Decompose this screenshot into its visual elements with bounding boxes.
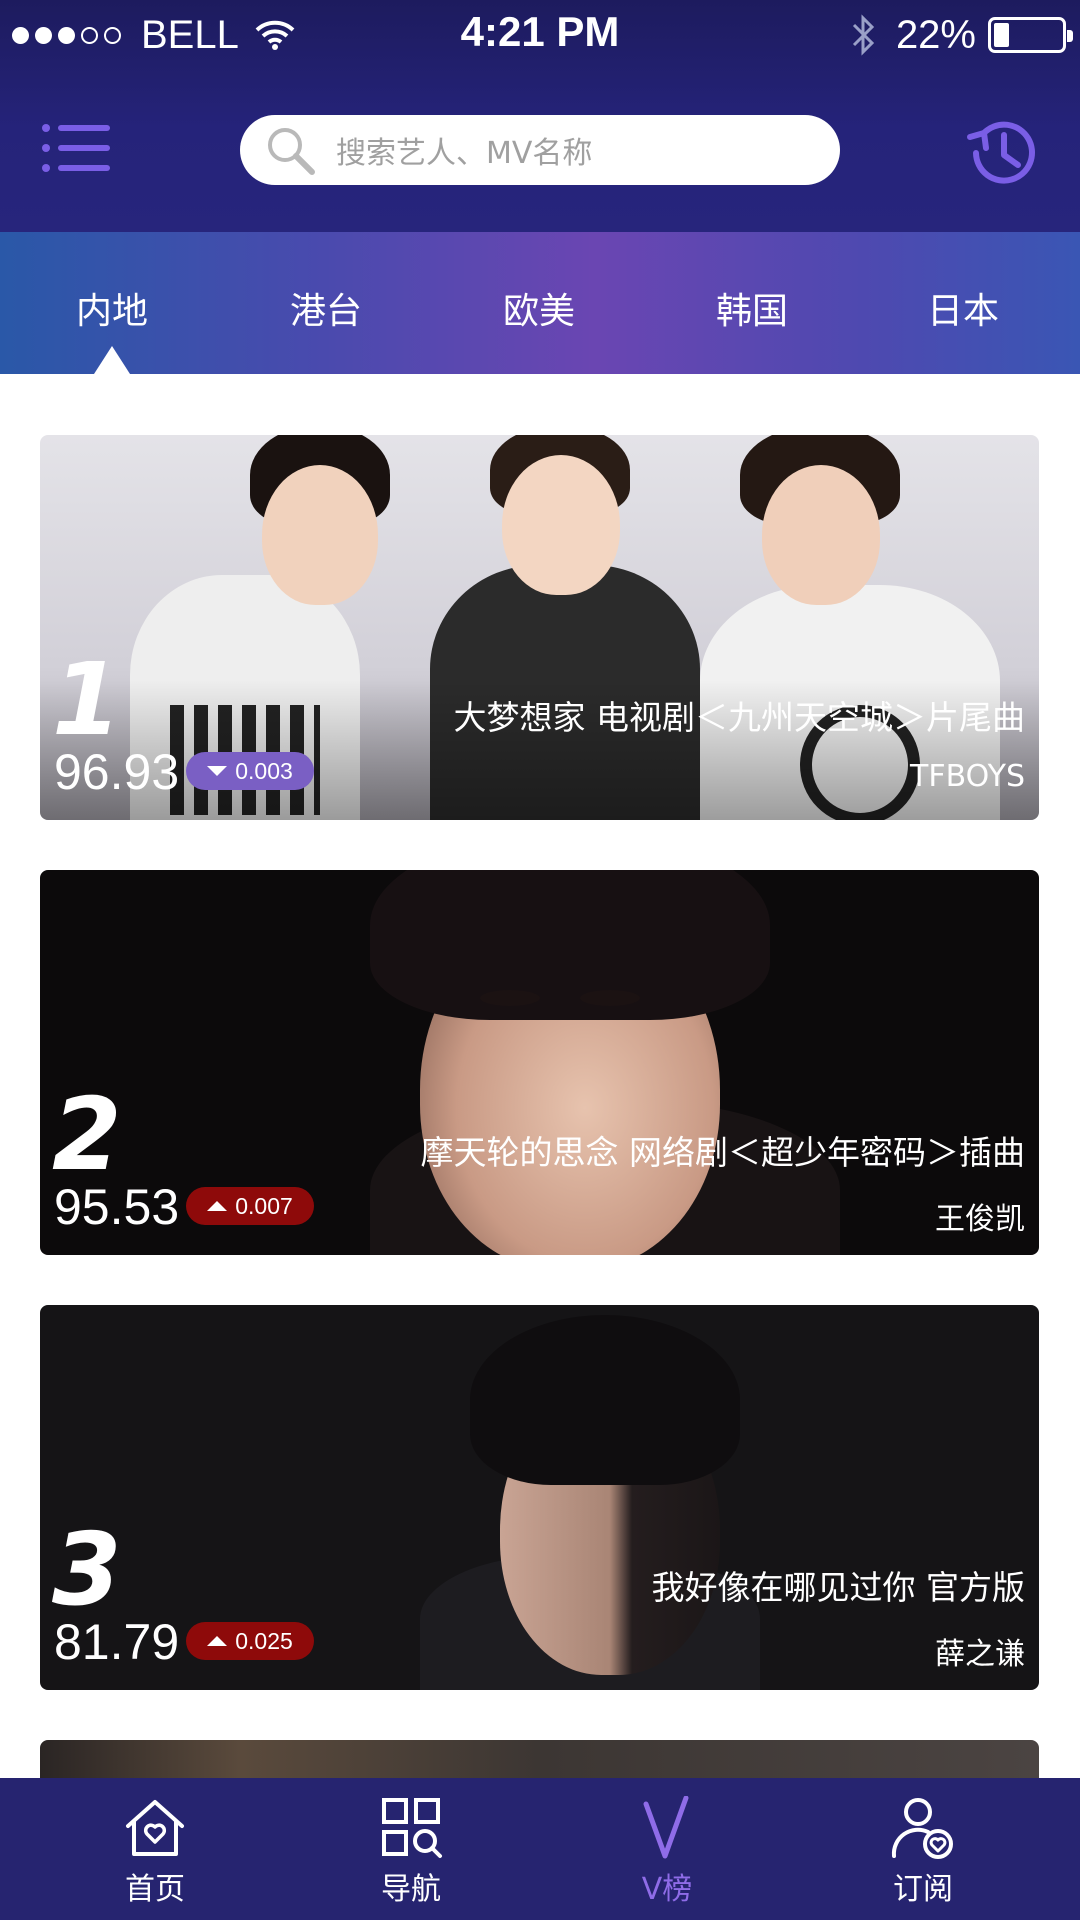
search-icon (268, 128, 315, 175)
v-chart-icon (643, 1796, 689, 1859)
battery-percent: 22% (895, 12, 976, 57)
trend-change: 0.003 (235, 757, 293, 784)
tab-japan[interactable]: 日本 (873, 282, 1053, 334)
nav-subscribe[interactable]: 订阅 (848, 1796, 998, 1908)
battery-icon (988, 17, 1073, 53)
status-bar: BELL 4:21 PM 22% (0, 0, 1080, 70)
score-value: 96.93 (54, 744, 180, 800)
tab-west[interactable]: 欧美 (449, 282, 629, 334)
bluetooth-icon (852, 14, 875, 56)
nav-label: 首页 (125, 1872, 185, 1907)
app-header: BELL 4:21 PM 22% 搜索艺人、MV名称 (0, 0, 1080, 232)
nav-label: 订阅 (893, 1872, 953, 1907)
artist-name: 薛之谦 (935, 1637, 1025, 1672)
artist-name: 王俊凯 (935, 1202, 1025, 1237)
song-title: 我好像在哪见过你 官方版 (651, 1568, 1026, 1607)
rank-number: 3 (52, 1511, 122, 1628)
history-icon[interactable] (966, 115, 1042, 191)
tab-korea[interactable]: 韩国 (662, 282, 842, 334)
grid-search-icon (382, 1798, 442, 1858)
trend-change: 0.025 (235, 1627, 293, 1654)
artist-name: TFBOYS (910, 759, 1025, 794)
chart-card-1[interactable]: 1 96.93 0.003 大梦想家 电视剧＜九州天空城＞片尾曲 TFBOYS (40, 435, 1039, 820)
down-arrow-icon (207, 766, 228, 776)
search-input[interactable]: 搜索艺人、MV名称 (336, 128, 592, 172)
up-arrow-icon (207, 1636, 228, 1646)
tab-indicator (94, 346, 130, 374)
chart-card-2[interactable]: 2 95.53 0.007 摩天轮的思念 网络剧＜超少年密码＞插曲 王俊凯 (40, 870, 1039, 1255)
tab-mainland[interactable]: 内地 (22, 282, 202, 334)
nav-label: 导航 (381, 1872, 441, 1907)
home-heart-icon (126, 1800, 184, 1856)
trend-badge: 0.007 (186, 1187, 314, 1225)
trend-badge: 0.003 (186, 752, 314, 790)
rank-number: 2 (52, 1076, 122, 1193)
status-right: 22% (850, 10, 1073, 60)
nav-home[interactable]: 首页 (80, 1796, 230, 1908)
trend-badge: 0.025 (186, 1622, 314, 1660)
nav-label: V榜 (641, 1872, 693, 1907)
tab-hk-taiwan[interactable]: 港台 (236, 282, 416, 334)
score-value: 81.79 (54, 1614, 180, 1670)
score-value: 95.53 (54, 1179, 180, 1235)
up-arrow-icon (207, 1201, 228, 1211)
rank-number: 1 (52, 641, 122, 758)
nav-navigation[interactable]: 导航 (336, 1796, 486, 1908)
bottom-nav: 首页 导航 V榜 订阅 (0, 1778, 1080, 1920)
search-bar[interactable]: 搜索艺人、MV名称 (240, 115, 840, 185)
battery-tip (1067, 30, 1073, 42)
chart-card-3[interactable]: 3 81.79 0.025 我好像在哪见过你 官方版 薛之谦 (40, 1305, 1039, 1690)
nav-v-chart[interactable]: V榜 (592, 1796, 742, 1908)
song-title: 大梦想家 电视剧＜九州天空城＞片尾曲 (453, 698, 1026, 737)
battery-level (994, 23, 1009, 47)
user-heart-icon (891, 1798, 953, 1859)
trend-change: 0.007 (235, 1192, 293, 1219)
song-title: 摩天轮的思念 网络剧＜超少年密码＞插曲 (420, 1133, 1026, 1172)
region-tabs: 内地 港台 欧美 韩国 日本 (0, 232, 1080, 374)
menu-icon[interactable] (42, 122, 110, 174)
